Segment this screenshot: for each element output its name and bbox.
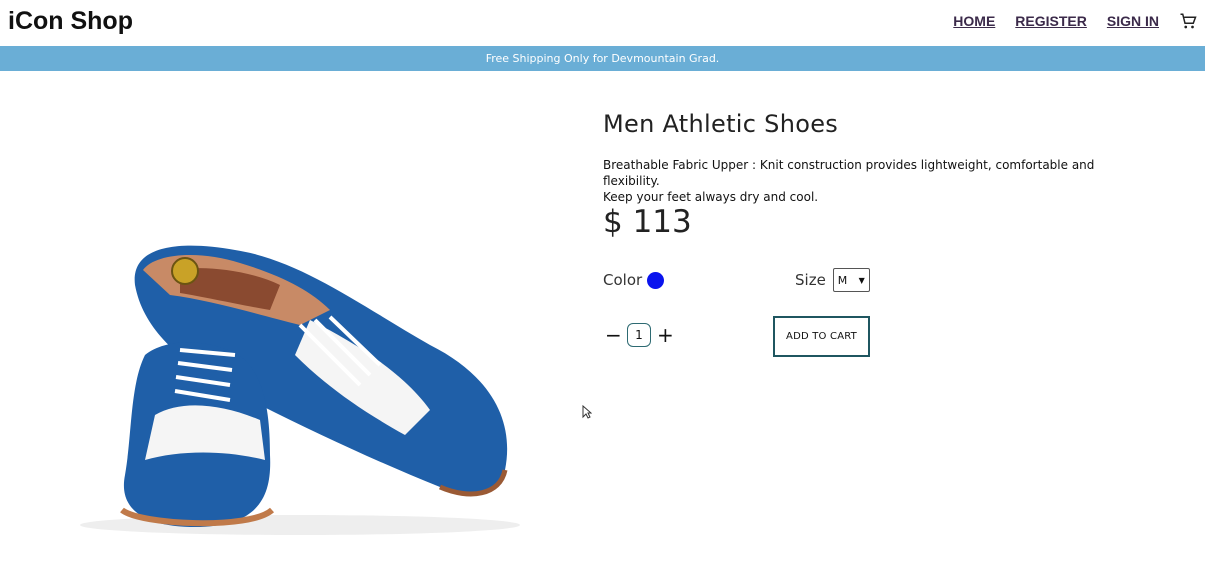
promo-banner-text: Free Shipping Only for Devmountain Grad.	[485, 52, 720, 65]
mouse-cursor-icon	[582, 404, 593, 419]
size-selected-value: M	[837, 273, 848, 287]
nav-sign-in-link[interactable]: SIGN IN	[1107, 13, 1159, 29]
size-label: Size	[795, 271, 826, 289]
product-price: $ 113	[603, 204, 692, 240]
site-logo[interactable]: iCon Shop	[8, 7, 133, 36]
chevron-down-icon: ▼	[858, 275, 865, 285]
main-nav: HOME REGISTER SIGN IN	[933, 12, 1197, 30]
color-swatch[interactable]	[647, 271, 665, 289]
color-label: Color	[603, 271, 643, 289]
product-description: Breathable Fabric Upper : Knit construct…	[603, 157, 1143, 205]
quantity-value[interactable]: 1	[627, 323, 651, 347]
size-dropdown[interactable]: M ▼	[832, 268, 870, 292]
product-image	[60, 225, 530, 545]
product-title: Men Athletic Shoes	[603, 110, 839, 138]
decrease-quantity-button[interactable]: −	[605, 325, 622, 345]
cart-icon[interactable]	[1179, 12, 1197, 30]
add-to-cart-button[interactable]: ADD TO CART	[773, 316, 870, 357]
promo-banner: Free Shipping Only for Devmountain Grad.	[0, 46, 1205, 71]
site-header: iCon Shop HOME REGISTER SIGN IN	[0, 0, 1205, 46]
quantity-stepper: − 1 +	[605, 323, 674, 347]
color-selector: Color	[603, 271, 665, 289]
product-description-line2: Keep your feet always dry and cool.	[603, 190, 819, 204]
increase-quantity-button[interactable]: +	[657, 325, 674, 345]
size-selector: Size M ▼	[795, 268, 870, 292]
nav-register-link[interactable]: REGISTER	[1015, 13, 1087, 29]
nav-home-link[interactable]: HOME	[953, 13, 995, 29]
product-description-line1: Breathable Fabric Upper : Knit construct…	[603, 158, 1095, 188]
